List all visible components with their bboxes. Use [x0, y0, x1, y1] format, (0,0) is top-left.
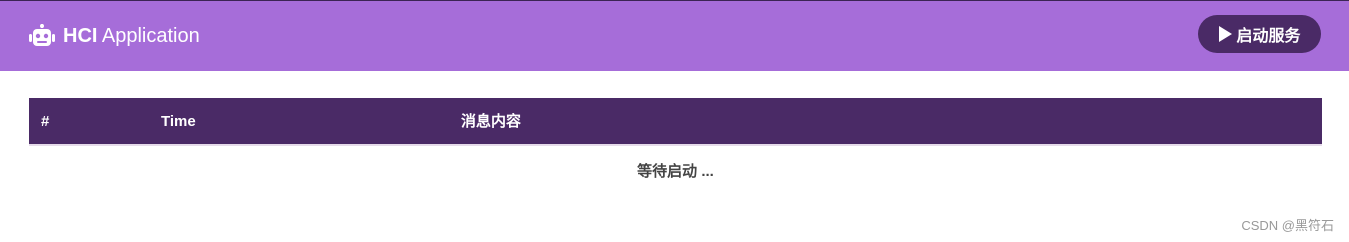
waiting-status-text: 等待启动 ...	[637, 163, 714, 180]
start-service-label: 启动服务	[1236, 28, 1301, 45]
play-icon	[1219, 26, 1233, 42]
brand-name-rest: Application	[101, 25, 200, 47]
brand-name-bold: HCI	[63, 25, 98, 47]
table-header: # Time 消息内容	[29, 98, 1322, 146]
app-brand[interactable]: HCI Application	[29, 23, 200, 49]
csdn-watermark: CSDN @黑符石	[1241, 218, 1334, 233]
robot-icon	[29, 24, 55, 46]
column-header-time: Time	[161, 113, 196, 130]
column-header-number: #	[41, 113, 50, 130]
top-navbar: HCI Application 启动服务	[0, 0, 1349, 71]
start-service-button[interactable]: 启动服务	[1198, 15, 1321, 53]
column-header-message: 消息内容	[461, 113, 522, 130]
message-table: # Time 消息内容 等待启动 ...	[29, 98, 1322, 180]
